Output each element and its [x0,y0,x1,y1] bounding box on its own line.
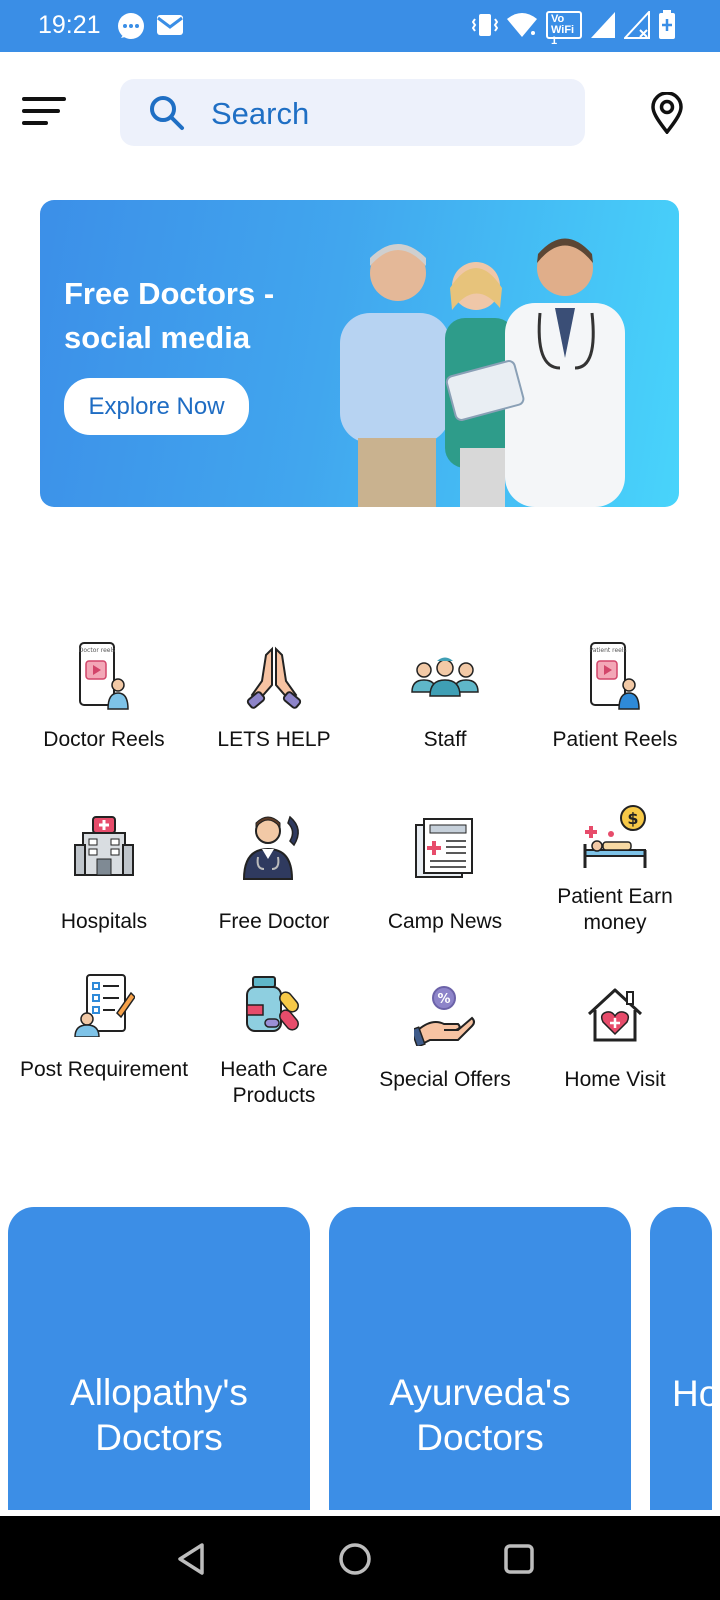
vibrate-icon [472,14,498,36]
chat-bubble-icon [118,13,144,39]
menu-button[interactable] [22,92,70,132]
signal-icon [591,12,615,38]
system-nav-bar [0,1516,720,1600]
search-input[interactable]: Search [211,96,309,132]
homeopathy-doctors-card[interactable]: Ho [650,1207,712,1510]
category-label: Heath Care Products [220,1058,328,1107]
svg-text:$: $ [627,809,638,828]
menu-icon-line [22,97,66,101]
category-patient-reels[interactable]: Patient reels Patient Reels [530,637,700,753]
menu-icon-line [22,109,60,113]
svg-text:%: % [437,992,450,1007]
medicine-bottle-icon [246,976,299,1032]
search-icon [150,96,184,130]
category-label: LETS HELP [217,728,331,751]
notification-icons [116,12,184,42]
doctor-reels-icon: Doctor reels [79,642,129,710]
home-heart-icon [587,988,643,1042]
category-label: Free Doctor [218,910,330,933]
promo-banner[interactable]: Free Doctors - social media Explore Now [40,200,679,507]
status-bar: 19:21 Vo WiFi 1 [0,0,720,52]
category-patient-earn-money[interactable]: $ Patient Earn money [530,797,700,936]
battery-icon [659,10,675,39]
praying-hands-icon [246,646,302,709]
doctor-reels-screen-text: Doctor reels [79,647,116,654]
hospital-icon [74,816,134,876]
vowifi-label: Vo WiFi 1 [551,13,575,47]
category-camp-news[interactable]: Camp News [360,807,530,935]
staff-icon [411,657,479,697]
home-button[interactable] [330,1534,380,1584]
search-bar[interactable]: Search [120,79,585,146]
explore-now-button[interactable]: Explore Now [64,378,249,435]
category-staff[interactable]: Staff [360,637,530,753]
patient-reels-screen-text: Patient reels [589,647,626,654]
signal-no-service-icon [624,11,650,39]
category-post-requirement[interactable]: Post Requirement [19,965,189,1083]
category-doctor-reels[interactable]: Doctor reels Doctor Reels [19,637,189,753]
category-label: Hospitals [60,910,148,933]
category-label: Patient Reels [552,728,678,751]
vowifi-badge: Vo WiFi 1 [546,11,582,47]
category-home-visit[interactable]: Home Visit [530,975,700,1093]
category-lets-help[interactable]: LETS HELP [189,637,359,753]
category-label: Doctor Reels [43,728,165,751]
mail-icon [157,15,183,35]
category-label: Staff [423,728,467,751]
recents-square-icon [504,1544,534,1574]
card-label: Ho [672,1373,712,1414]
menu-icon-line [22,121,48,125]
category-label: Home Visit [564,1068,666,1091]
back-button[interactable] [166,1534,216,1584]
category-label: Post Requirement [19,1058,189,1081]
checklist-icon [74,974,135,1037]
allopathy-doctors-card[interactable]: Allopathy's Doctors [8,1207,310,1510]
category-label: Camp News [387,910,503,933]
doctor-phone-icon [242,815,299,880]
category-hospitals[interactable]: Hospitals [19,807,189,935]
ayurveda-doctors-card[interactable]: Ayurveda's Doctors [329,1207,631,1510]
wifi-icon [507,13,537,37]
category-label: Patient Earn money [557,885,673,934]
status-time: 19:21 [38,11,101,39]
location-pin-icon[interactable] [650,92,684,134]
back-triangle-icon [178,1543,204,1575]
banner-title: Free Doctors - social media [64,276,275,355]
category-health-care-products[interactable]: Heath Care Products [189,965,359,1109]
category-label: Special Offers [379,1068,511,1091]
doctor-patients-illustration [340,238,625,507]
discount-hand-icon: % [414,986,475,1046]
home-circle-icon [339,1543,371,1575]
card-label: Ayurveda's Doctors [389,1372,571,1458]
category-free-doctor[interactable]: Free Doctor [189,807,359,935]
category-special-offers[interactable]: % Special Offers [360,975,530,1093]
patient-bed-money-icon: $ [583,805,647,868]
system-icons: Vo WiFi 1 [472,10,676,47]
card-label: Allopathy's Doctors [70,1372,248,1458]
patient-reels-icon: Patient reels [589,642,640,710]
recents-button[interactable] [494,1534,544,1584]
newspaper-icon [415,818,473,878]
